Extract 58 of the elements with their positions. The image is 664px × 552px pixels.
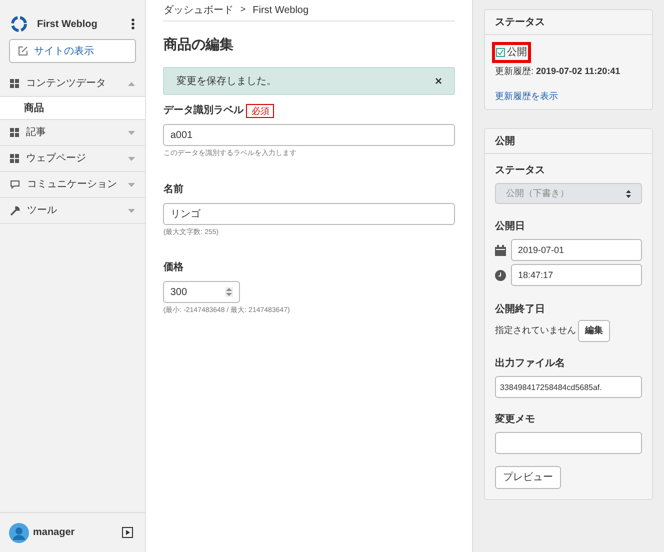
field-label: 名前	[163, 182, 184, 196]
breadcrumb-item[interactable]: ダッシュボード	[163, 2, 234, 18]
clock-icon	[495, 270, 506, 280]
caret-down-icon	[128, 182, 136, 186]
memo-field[interactable]	[495, 432, 642, 454]
field-label: ステータス	[495, 164, 546, 178]
site-name: First Weblog	[37, 18, 98, 32]
breadcrumb-separator: >	[240, 3, 246, 16]
end-date-text: 指定されていません	[495, 324, 576, 338]
field-label: 変更メモ	[495, 412, 536, 427]
page-title: 商品の編集	[163, 35, 234, 54]
external-icon	[18, 46, 28, 56]
caret-up-icon	[128, 82, 136, 86]
card-title: 公開	[485, 129, 652, 154]
user-name: manager	[33, 526, 75, 540]
caret-down-icon	[128, 156, 136, 160]
check-square-icon	[496, 48, 505, 57]
edit-button[interactable]: 編集	[578, 320, 610, 342]
grid-icon	[10, 154, 19, 163]
nav-subitem[interactable]: 商品	[0, 97, 146, 120]
field-label: データ識別ラベル	[163, 104, 244, 118]
preview-button[interactable]: プレビュー	[495, 466, 561, 489]
filename-field[interactable]: 338498417258484cd5685af.	[495, 376, 642, 398]
number-field[interactable]: 300	[163, 281, 240, 303]
grid-icon	[10, 128, 19, 137]
caret-down-icon	[128, 130, 136, 134]
play-icon[interactable]	[122, 527, 134, 538]
field-label: 公開終了日	[495, 302, 546, 317]
field-label: 出力ファイル名	[495, 356, 566, 371]
calendar-icon	[495, 244, 506, 256]
view-site-button[interactable]: サイトの表示	[9, 39, 136, 63]
field-label: 公開日	[495, 220, 526, 234]
chat-icon	[10, 180, 20, 189]
date-field[interactable]: 2019-07-01	[511, 239, 642, 261]
nav-item[interactable]: 記事	[0, 120, 146, 146]
breadcrumb-item[interactable]: First Weblog	[252, 2, 309, 18]
updated-text: 更新履歴: 2019-07-02 11:20:41	[495, 65, 622, 78]
history-link[interactable]: 更新履歴を表示	[495, 90, 642, 103]
close-button[interactable]: ×	[434, 72, 442, 90]
avatar-icon	[9, 522, 29, 542]
required-tag: 必須	[246, 104, 274, 118]
text-field[interactable]: a001	[163, 124, 455, 146]
select-arrows-icon	[626, 190, 631, 198]
text-field[interactable]: リンゴ	[163, 202, 455, 224]
nav-item[interactable]: コミュニケーション	[0, 172, 146, 198]
grid-icon	[10, 79, 19, 88]
spinner-icon[interactable]	[225, 287, 234, 297]
more-icon[interactable]	[131, 18, 136, 30]
nav-item[interactable]: ウェブページ	[0, 146, 146, 172]
card-title: ステータス	[485, 10, 652, 35]
alert-message: 変更を保存しました。	[176, 74, 276, 88]
field-label: 価格	[163, 260, 184, 275]
nav-item[interactable]: ツール	[0, 198, 146, 224]
time-field[interactable]: 18:47:17	[511, 264, 642, 286]
status-text: 公開	[507, 46, 527, 60]
logo-icon	[10, 15, 28, 33]
wrench-icon	[10, 206, 20, 216]
caret-down-icon	[128, 208, 136, 212]
